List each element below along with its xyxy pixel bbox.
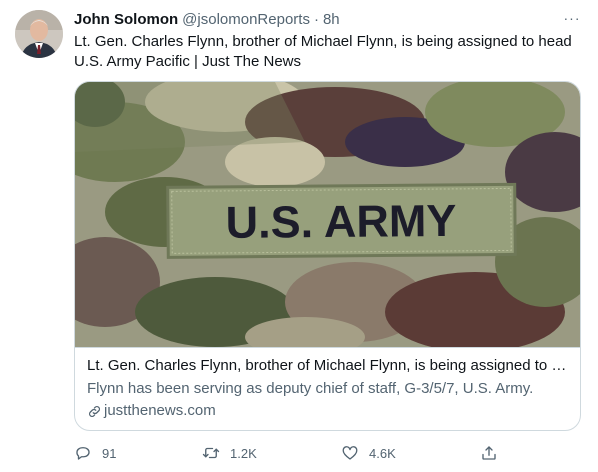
separator-dot: · [313,11,319,28]
link-card[interactable]: U.S. ARMY Lt. Gen. Charles Flynn, brothe… [74,81,581,431]
tweet[interactable]: John Solomon @jsolomonReports · 8h ··· L… [0,0,598,472]
like-count: 4.6K [369,445,396,461]
like-icon [342,446,358,460]
avatar[interactable] [15,10,63,58]
reply-count: 91 [102,445,117,461]
action-bar: 91 1.2K 4.6K [74,443,514,463]
tweet-text: Lt. Gen. Charles Flynn, brother of Micha… [74,33,572,70]
card-title: Lt. Gen. Charles Flynn, brother of Micha… [87,357,568,374]
card-image[interactable]: U.S. ARMY [75,82,580,347]
like-button[interactable]: 4.6K [341,443,396,463]
display-name[interactable]: John Solomon [74,10,178,30]
share-button[interactable] [480,443,498,463]
reply-icon [76,447,90,460]
card-domain-text[interactable]: justthenews.com [104,401,216,421]
reply-button[interactable]: 91 [74,443,116,463]
card-description: Flynn has been serving as deputy chief o… [87,380,534,397]
more-icon[interactable]: ··· [561,10,583,30]
card-body[interactable]: Lt. Gen. Charles Flynn, brother of Micha… [75,347,580,430]
handle[interactable]: @jsolomonReports [182,10,310,30]
link-icon [89,405,100,417]
tweet-header: John Solomon @jsolomonReports · 8h ··· [74,10,583,30]
patch-text: U.S. ARMY [225,195,456,248]
retweet-icon [202,447,220,459]
retweet-button[interactable]: 1.2K [202,443,257,463]
retweet-count: 1.2K [230,445,257,461]
share-icon [482,446,496,460]
card-domain[interactable]: justthenews.com [87,401,568,421]
timestamp[interactable]: 8h [323,10,340,30]
